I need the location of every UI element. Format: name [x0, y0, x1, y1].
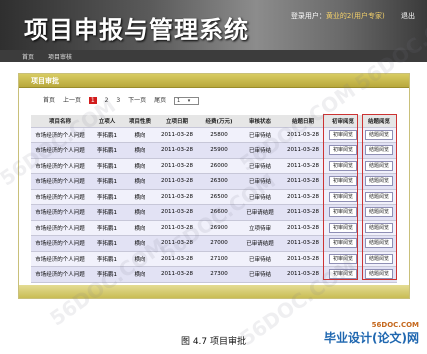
- page-3-link[interactable]: 3: [116, 97, 120, 104]
- table-cell: 26300: [199, 173, 239, 190]
- prev-page-link[interactable]: 上一页: [63, 95, 81, 104]
- nav-review-link[interactable]: 项目审核: [48, 52, 72, 61]
- table-cell: 2011-03-28: [281, 173, 325, 190]
- table-cell: 李拓鹏1: [89, 158, 125, 174]
- table-cell: 横向: [125, 204, 155, 221]
- app-header: 项目申报与管理系统 登录用户：黄业的2(用户专家) 退出: [0, 0, 427, 50]
- brand-title: 毕业设计(论文)网: [324, 331, 419, 345]
- last-page-link[interactable]: 尾页: [154, 95, 166, 104]
- app-title: 项目申报与管理系统: [24, 15, 249, 44]
- table-cell: 市场经济的个人问题: [31, 220, 89, 236]
- table-cell: 2011-03-28: [281, 251, 325, 267]
- table-cell: 市场经济的个人问题: [31, 251, 89, 267]
- first-page-link[interactable]: 首页: [43, 95, 55, 104]
- column-header: 立项日期: [155, 115, 199, 128]
- table-cell: 李拓鹏1: [89, 235, 125, 252]
- column-header: 审核状态: [239, 115, 281, 128]
- table-cell: 市场经济的个人问题: [31, 266, 89, 283]
- table-cell: 已审待结: [239, 266, 281, 283]
- table-cell: 2011-03-28: [281, 189, 325, 205]
- table-cell: 2011-03-28: [155, 204, 199, 221]
- pagination: 首页 上一页 1 2 3 下一页 尾页 1 ▾: [43, 95, 205, 105]
- table-cell: 横向: [125, 189, 155, 205]
- table-cell: 2011-03-28: [155, 127, 199, 143]
- table-cell: 市场经济的个人问题: [31, 235, 89, 252]
- nav-home-link[interactable]: 首页: [22, 52, 34, 61]
- next-page-link[interactable]: 下一页: [128, 95, 146, 104]
- table-cell: 李拓鹏1: [89, 189, 125, 205]
- table-cell: 25800: [199, 127, 239, 143]
- site-brand: 56DOC.COM 毕业设计(论文)网: [324, 321, 419, 346]
- column-header: 项目性质: [125, 115, 155, 128]
- review-column-highlight: [323, 114, 358, 280]
- user-box: 登录用户：黄业的2(用户专家) 退出: [291, 11, 415, 21]
- table-cell: 横向: [125, 127, 155, 143]
- table-cell: 已审请结题: [239, 235, 281, 252]
- table-cell: 27100: [199, 251, 239, 267]
- table-cell: 26000: [199, 158, 239, 174]
- user-name: 黄业的2(用户专家): [325, 12, 385, 20]
- table-cell: 2011-03-28: [155, 158, 199, 174]
- logout-link[interactable]: 退出: [401, 12, 415, 20]
- chevron-down-icon: ▾: [187, 98, 191, 104]
- table-cell: 27300: [199, 266, 239, 283]
- table-cell: 立项待审: [239, 220, 281, 236]
- table-cell: 李拓鹏1: [89, 142, 125, 159]
- table-cell: 横向: [125, 220, 155, 236]
- table-cell: 2011-03-28: [281, 220, 325, 236]
- brand-site: 56DOC.COM: [371, 321, 419, 329]
- user-label: 登录用户：: [290, 12, 326, 20]
- closure-column-highlight: [362, 114, 397, 280]
- table-cell: 市场经济的个人问题: [31, 189, 89, 205]
- table-cell: 2011-03-28: [281, 204, 325, 221]
- table-cell: 已审待结: [239, 251, 281, 267]
- table-cell: 横向: [125, 158, 155, 174]
- page-select-value: 1: [177, 98, 181, 104]
- table-cell: 25900: [199, 142, 239, 159]
- table-cell: 横向: [125, 173, 155, 190]
- page-select[interactable]: 1 ▾: [174, 97, 200, 105]
- nav-bar: 首页 项目审核: [0, 50, 427, 62]
- table-cell: 横向: [125, 142, 155, 159]
- table-cell: 2011-03-28: [155, 189, 199, 205]
- table-cell: 2011-03-28: [281, 235, 325, 252]
- table-cell: 2011-03-28: [281, 158, 325, 174]
- table-cell: 市场经济的个人问题: [31, 204, 89, 221]
- table-cell: 李拓鹏1: [89, 204, 125, 221]
- column-header: 经费(万元): [199, 115, 239, 128]
- table-cell: 2011-03-28: [155, 173, 199, 190]
- table-cell: 2011-03-28: [155, 266, 199, 283]
- screenshot-root: 项目申报与管理系统 登录用户：黄业的2(用户专家) 退出 首页 项目审核 项目审…: [0, 0, 427, 354]
- table-cell: 李拓鹏1: [89, 173, 125, 190]
- table-cell: 2011-03-28: [155, 142, 199, 159]
- table-cell: 李拓鹏1: [89, 220, 125, 236]
- table-cell: 市场经济的个人问题: [31, 173, 89, 190]
